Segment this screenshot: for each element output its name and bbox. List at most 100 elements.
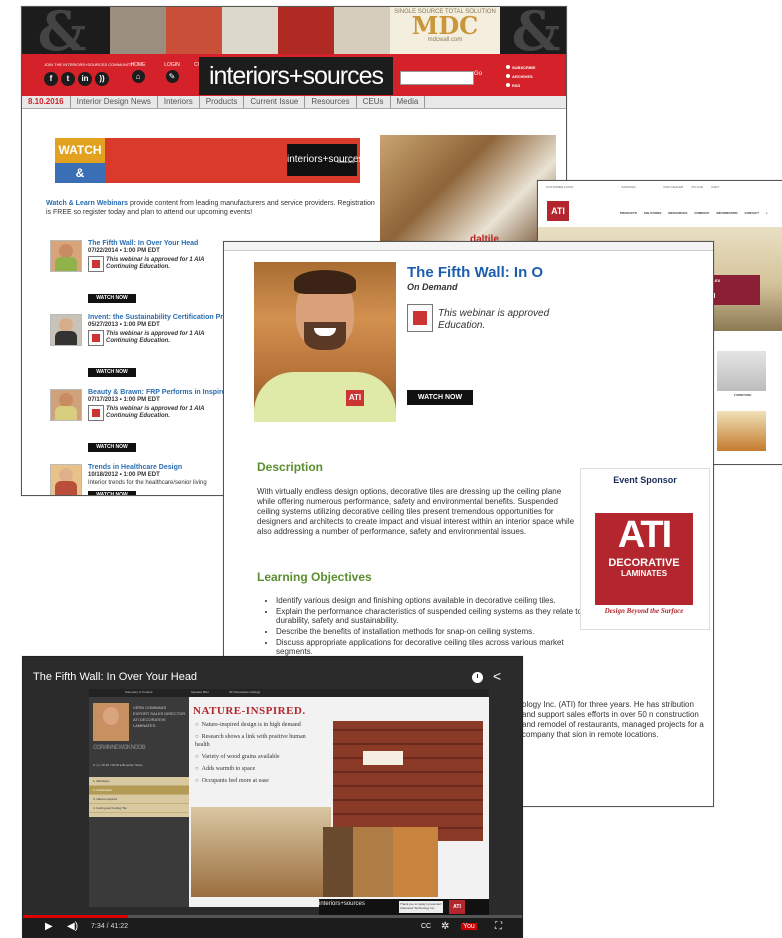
strip-brand: interiors+sources <box>319 901 365 907</box>
menu-item-interiors[interactable]: Interiors <box>158 96 200 108</box>
menu-item-current-issue[interactable]: Current Issue <box>244 96 306 108</box>
outline-item[interactable]: 3. Nature-Inspired <box>89 795 189 804</box>
list-item: Discuss appropriate applications for dec… <box>276 638 596 656</box>
login-link[interactable]: LOGIN ✎ <box>160 62 184 83</box>
main-menu: 8.10.2016 Interior Design News Interiors… <box>22 96 566 109</box>
market-tile[interactable] <box>717 411 766 451</box>
watch-now-button[interactable]: WATCH NOW <box>407 390 473 405</box>
sponsor-strip: interiors+sources Thank you to today's p… <box>319 899 489 915</box>
nav-solutions[interactable]: SOLUTIONS <box>644 211 662 215</box>
speaker-thumbnail[interactable] <box>50 464 82 495</box>
menu-item-news[interactable]: Interior Design News <box>71 96 158 108</box>
menu-item-resources[interactable]: Resources <box>305 96 357 108</box>
play-icon[interactable]: ▶ <box>45 921 53 932</box>
rss-link[interactable]: RSS <box>506 81 536 90</box>
outline-item[interactable]: 2. Introduction <box>89 786 189 795</box>
outline-item[interactable]: 4. Ceiling and Ceiling Tile <box>89 804 189 813</box>
watch-now-button[interactable]: WATCH NOW <box>88 443 136 452</box>
tab-summary[interactable]: Summary of Content <box>125 690 153 694</box>
fullscreen-icon[interactable]: ⛶ <box>495 921 502 932</box>
social-label: JOIN THE INTERIORS+SOURCES COMMUNITY <box>44 62 133 67</box>
speaker-panel: VERN COMMANS EXPORT SALES DIRECTOR ATI D… <box>89 697 189 907</box>
share-icon[interactable]: < <box>493 668 501 684</box>
ampersand-decoration: & <box>37 6 87 63</box>
ati-shirt-logo: ATI <box>346 390 364 406</box>
util-login[interactable]: CUSTOMER LOGIN <box>546 185 573 189</box>
aia-icon <box>407 304 433 332</box>
menu-item-media[interactable]: Media <box>391 96 426 108</box>
list-item: Variety of wood grains available <box>195 753 315 761</box>
util-samples[interactable]: SAMPLES <box>621 185 635 189</box>
on-demand-label: On Demand <box>407 282 458 292</box>
youtube-icon[interactable]: You <box>461 923 477 930</box>
webinar-subtitle: Interior trends for the healthcare/senio… <box>88 480 207 486</box>
sponsor-tagline: Design Beyond the Surface <box>604 607 684 615</box>
outline-item[interactable]: 1. Mindsplex <box>89 777 189 786</box>
sponsor-heading: Event Sponsor <box>613 475 677 485</box>
aia-note: This webinar is approved for 1 AIA Contin… <box>106 406 205 419</box>
tab-speaker-bios[interactable]: Speaker Bios <box>191 690 209 694</box>
settings-icon[interactable]: ✲ <box>441 921 449 932</box>
strip-logo: ATI <box>449 900 465 914</box>
slide-heading: NATURE-INSPIRED. <box>193 705 306 717</box>
watch-now-button[interactable]: WATCH NOW <box>88 491 136 495</box>
utility-bar: CUSTOMER LOGIN SAMPLES FIND DEALER ATI L… <box>538 181 782 193</box>
util-dealer[interactable]: FIND DEALER <box>663 185 683 189</box>
speaker-thumbnail[interactable] <box>50 314 82 346</box>
facebook-icon[interactable]: f <box>44 72 58 86</box>
nav-resources[interactable]: RESOURCES <box>668 211 687 215</box>
list-item: Adds warmth to space <box>195 765 315 773</box>
linkedin-icon[interactable]: in <box>78 72 92 86</box>
menu-item-ceus[interactable]: CEUs <box>357 96 391 108</box>
ati-sponsor-logo[interactable]: ATI DECORATIVE LAMINATES <box>595 513 693 605</box>
ceiling-photo <box>333 721 483 841</box>
search-icon[interactable]: ⌕ <box>766 211 768 215</box>
mdc-logo: MDC <box>411 11 479 40</box>
slide-controls[interactable]: Ⅱ ◁ ▷ 00:20 / 06:00 ▸ Bimester Show <box>93 763 142 767</box>
video-title[interactable]: The Fifth Wall: In Over Your Head <box>33 671 197 683</box>
wood-swatch <box>393 827 438 897</box>
menu-item-products[interactable]: Products <box>200 96 245 108</box>
list-item: Nature-inspired design is in high demand <box>195 721 315 729</box>
subscribe-link[interactable]: SUBSCRIBE <box>506 63 536 72</box>
aia-note: This webinar is approved for 1 AIA Contin… <box>106 331 205 344</box>
webinar-date: 10/18/2012 • 1:00 PM EDT <box>88 472 160 478</box>
cc-icon[interactable]: CC <box>421 923 431 930</box>
learning-objectives-heading: Learning Objectives <box>257 570 372 584</box>
slide-bullets: Nature-inspired design is in high demand… <box>195 721 315 789</box>
page-top-bar <box>224 242 713 251</box>
volume-icon[interactable]: ◀) <box>67 921 78 932</box>
mdc-ad[interactable]: SINGLE SOURCE TOTAL SOLUTION MDC mdcwall… <box>390 7 500 54</box>
nav-information[interactable]: INFORMATION <box>717 211 738 215</box>
webinar-title[interactable]: Trends in Healthcare Design <box>88 464 182 471</box>
ati-logo[interactable]: ATI <box>547 201 569 221</box>
bullet-icon <box>506 74 510 78</box>
util-cart[interactable]: CART <box>711 185 719 189</box>
tab-ati-ceilings[interactable]: ATI Decorative Ceilings <box>229 690 260 694</box>
nav-products[interactable]: PRODUCTS <box>620 211 637 215</box>
speaker-thumbnail[interactable] <box>50 389 82 421</box>
nav-contact[interactable]: CONTACT <box>744 211 758 215</box>
nav-company[interactable]: COMPANY <box>694 211 709 215</box>
archives-link[interactable]: ARCHIVES <box>506 72 536 81</box>
player-controls: ▶ ◀) 7:34 / 41:22 CC ✲ You ⛶ <box>23 918 522 937</box>
rss-icon[interactable]: )) <box>95 72 109 86</box>
daltile-ad-image[interactable] <box>380 135 556 245</box>
webinar-title[interactable]: The Fifth Wall: In Over Your Head <box>88 240 198 247</box>
tile-label-furniture: FURNITURE <box>734 393 752 397</box>
watch-now-button[interactable]: WATCH NOW <box>88 294 136 303</box>
home-link[interactable]: HOME ⌂ <box>126 62 150 83</box>
search-input[interactable] <box>400 71 474 85</box>
tile-furniture[interactable] <box>717 351 766 391</box>
site-logo[interactable]: interiors+sources <box>199 57 393 95</box>
watch-now-button[interactable]: WATCH NOW <box>88 368 136 377</box>
search-go-button[interactable]: Go <box>474 71 482 77</box>
watch-later-icon[interactable] <box>472 672 483 683</box>
speaker-photo: ATI <box>254 262 396 422</box>
aia-icon <box>88 330 104 346</box>
speaker-thumbnail[interactable] <box>50 240 82 272</box>
webinar-date: 07/17/2013 • 1:00 PM EDT <box>88 397 160 403</box>
util-live[interactable]: ATI LIVE <box>691 185 703 189</box>
banner-ad-images[interactable] <box>110 7 390 54</box>
twitter-icon[interactable]: t <box>61 72 75 86</box>
